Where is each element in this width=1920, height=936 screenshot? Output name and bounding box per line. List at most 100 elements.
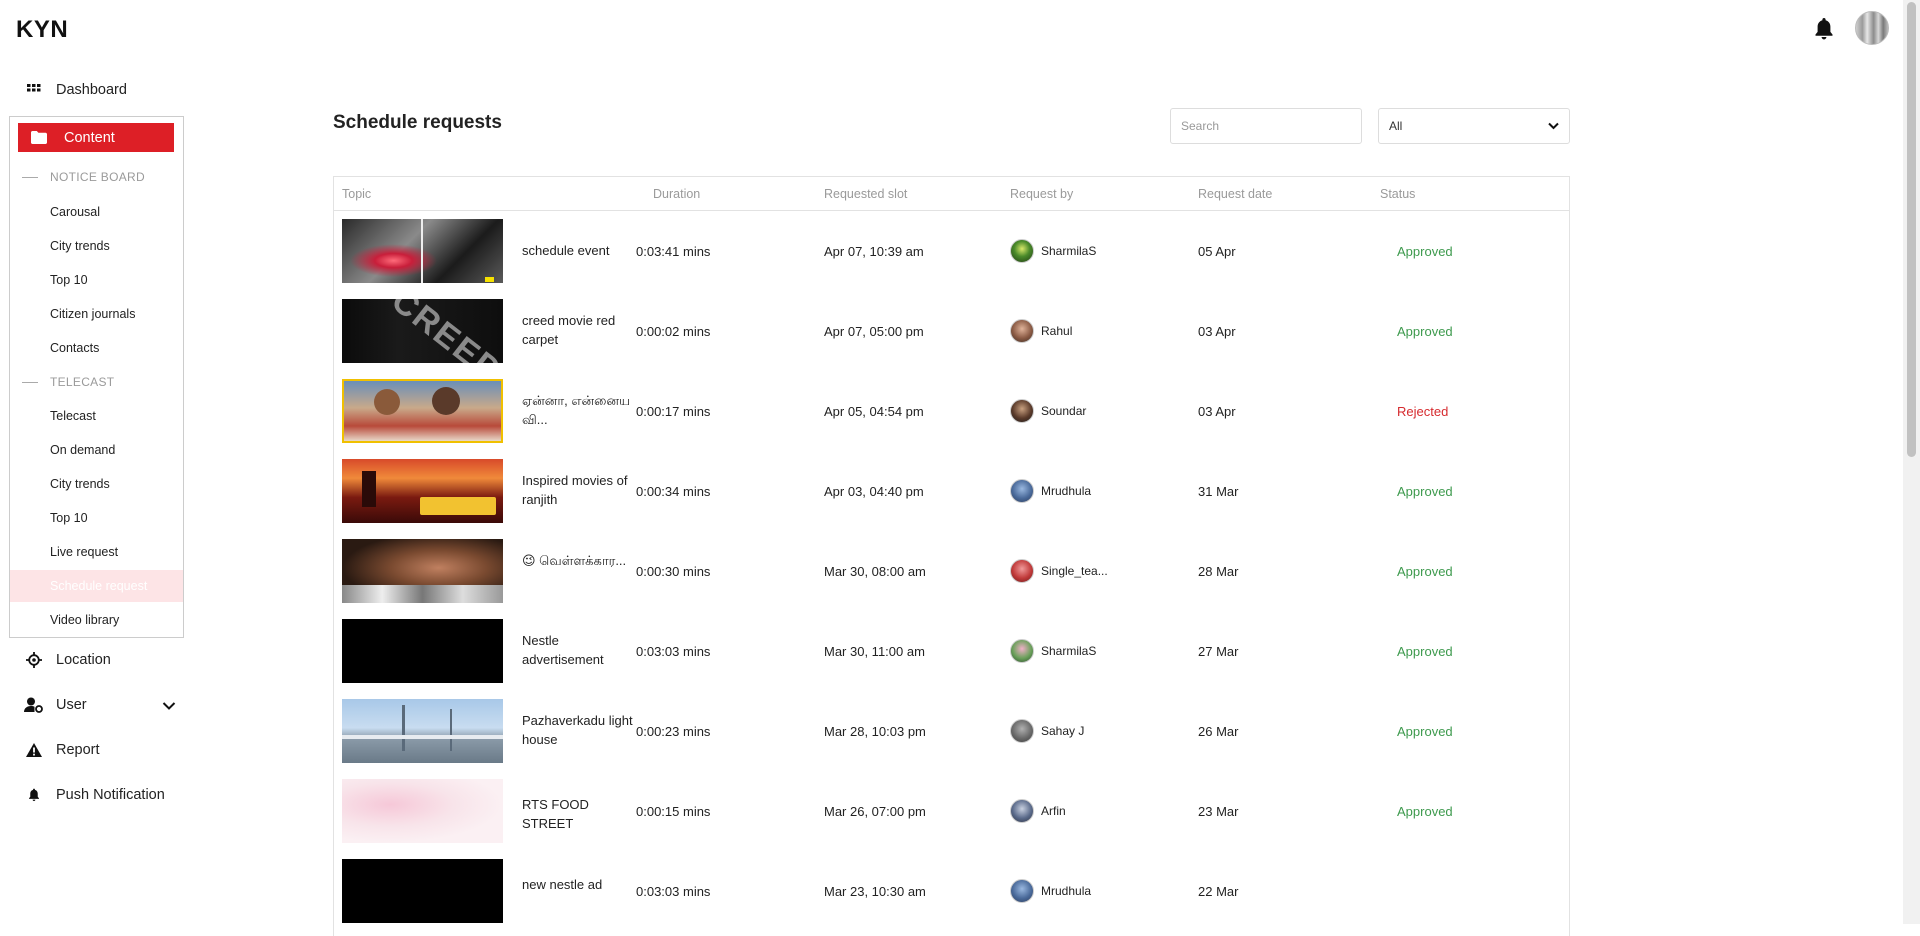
app-logo: KYN (16, 16, 69, 43)
avatar (1010, 719, 1034, 743)
sidebar-sub-schedule-request[interactable]: Schedule request (50, 579, 147, 593)
video-thumbnail[interactable] (342, 379, 503, 443)
table-row[interactable]: Inspired movies of ranjith 0:00:34 mins … (334, 451, 1569, 531)
sidebar-item-user[interactable]: User (22, 697, 178, 713)
duration: 0:00:02 mins (636, 324, 711, 339)
chevron-down-icon[interactable] (162, 699, 176, 715)
avatar (1010, 879, 1034, 903)
requested-slot: Apr 05, 04:54 pm (824, 404, 924, 419)
scrollbar-thumb[interactable] (1907, 2, 1916, 457)
sidebar-sub-on-demand[interactable]: On demand (50, 443, 115, 457)
status-filter-select[interactable]: All (1378, 108, 1570, 144)
topic-title: Nestle advertisement (522, 633, 604, 667)
requester: Single_tea... (1010, 559, 1108, 583)
video-thumbnail[interactable] (342, 859, 503, 923)
dash-icon (22, 176, 38, 178)
sidebar-sub-carousal[interactable]: Carousal (50, 205, 100, 219)
duration: 0:00:23 mins (636, 724, 711, 739)
sidebar-item-label: Content (64, 129, 115, 146)
sidebar-sub-top-10-telecast[interactable]: Top 10 (50, 511, 88, 525)
topic-title: schedule event (522, 243, 610, 258)
request-date: 23 Mar (1198, 804, 1239, 819)
video-thumbnail[interactable] (342, 779, 503, 843)
request-date: 22 Mar (1198, 884, 1239, 899)
video-thumbnail[interactable]: CREED (342, 299, 503, 363)
topic-title: new nestle ad (522, 877, 603, 892)
topic-title: RTS FOOD STREET (522, 797, 589, 831)
table-row[interactable]: Nestle advertisement 0:03:03 mins Mar 30… (334, 611, 1569, 691)
topic-title: ஏன்னா, என்னைய வி... (522, 393, 631, 427)
requested-slot: Mar 23, 10:30 am (824, 884, 926, 899)
column-header-requested-slot: Requested slot (824, 187, 908, 201)
status-badge: Approved (1397, 564, 1453, 579)
avatar (1010, 319, 1034, 343)
sidebar-item-label: Push Notification (56, 787, 165, 803)
grid-icon (22, 84, 46, 96)
column-header-request-date: Request date (1198, 187, 1273, 201)
table-row[interactable]: CREED creed movie red carpet 0:00:02 min… (334, 291, 1569, 371)
table-row[interactable]: Pazhaverkadu light house 0:00:23 mins Ma… (334, 691, 1569, 771)
dash-icon (22, 381, 38, 383)
duration: 0:03:41 mins (636, 244, 711, 259)
column-header-request-by: Request by (1010, 187, 1074, 201)
requester: Rahul (1010, 319, 1072, 343)
sidebar-item-label: Location (56, 652, 111, 668)
table-row[interactable]: new nestle ad 0:03:03 mins Mar 23, 10:30… (334, 851, 1569, 931)
column-header-duration: Duration (653, 187, 701, 201)
requester: Mrudhula (1010, 479, 1091, 503)
video-thumbnail[interactable] (342, 539, 503, 603)
telecast-heading: TELECAST (22, 375, 114, 389)
topic-title: Pazhaverkadu light house (522, 713, 633, 747)
search-input[interactable] (1170, 108, 1362, 144)
status-badge: Approved (1397, 724, 1453, 739)
sidebar-sub-live-request[interactable]: Live request (50, 545, 118, 559)
video-thumbnail[interactable] (342, 699, 503, 763)
crosshair-icon (22, 652, 46, 668)
status-badge: Approved (1397, 644, 1453, 659)
avatar (1010, 399, 1034, 423)
column-header-status: Status (1380, 187, 1416, 201)
video-thumbnail[interactable] (342, 219, 503, 283)
sidebar-sub-city-trends[interactable]: City trends (50, 239, 110, 253)
status-badge: Rejected (1397, 404, 1449, 419)
duration: 0:03:03 mins (636, 884, 711, 899)
request-date: 03 Apr (1198, 404, 1236, 419)
sidebar-item-content[interactable]: Content (18, 123, 174, 152)
sidebar-item-push-notification[interactable]: Push Notification (22, 787, 165, 803)
table-row[interactable]: schedule event 0:03:41 mins Apr 07, 10:3… (334, 211, 1569, 291)
sidebar-sub-video-library[interactable]: Video library (50, 613, 119, 627)
sidebar-sub-city-trends-telecast[interactable]: City trends (50, 477, 110, 491)
sidebar-sub-contacts[interactable]: Contacts (50, 341, 99, 355)
requester: Sahay J (1010, 719, 1084, 743)
sidebar-sub-top-10[interactable]: Top 10 (50, 273, 88, 287)
sidebar-item-dashboard[interactable]: Dashboard (22, 82, 127, 98)
table-row[interactable]: RTS FOOD STREET 0:00:15 mins Mar 26, 07:… (334, 771, 1569, 851)
column-header-topic: Topic (342, 187, 372, 201)
sidebar-item-location[interactable]: Location (22, 652, 111, 668)
table-row[interactable]: ஏன்னா, என்னைய வி... 0:00:17 mins Apr 05,… (334, 371, 1569, 451)
video-thumbnail[interactable] (342, 459, 503, 523)
request-date: 31 Mar (1198, 484, 1239, 499)
duration: 0:00:34 mins (636, 484, 711, 499)
topic-title: creed movie red carpet (522, 313, 616, 347)
notice-board-heading: NOTICE BOARD (22, 170, 145, 184)
sidebar-item-report[interactable]: Report (22, 742, 100, 758)
user-settings-icon (22, 697, 46, 713)
requested-slot: Mar 26, 07:00 pm (824, 804, 926, 819)
sidebar-sub-telecast[interactable]: Telecast (50, 409, 96, 423)
request-date: 03 Apr (1198, 324, 1236, 339)
request-date: 28 Mar (1198, 564, 1239, 579)
video-thumbnail[interactable] (342, 619, 503, 683)
avatar (1010, 479, 1034, 503)
request-date: 26 Mar (1198, 724, 1239, 739)
requested-slot: Apr 07, 05:00 pm (824, 324, 924, 339)
requester: Soundar (1010, 399, 1086, 423)
requester: Arfin (1010, 799, 1066, 823)
sidebar-sub-citizen-journals[interactable]: Citizen journals (50, 307, 135, 321)
table-row[interactable]: 😉 வெள்ளக்கார... 0:00:30 mins Mar 30, 08:… (334, 531, 1569, 611)
requester: SharmilaS (1010, 639, 1096, 663)
status-badge: Approved (1397, 324, 1453, 339)
profile-avatar[interactable] (1855, 11, 1889, 45)
notification-bell-icon[interactable] (1812, 16, 1836, 42)
requested-slot: Apr 03, 04:40 pm (824, 484, 924, 499)
